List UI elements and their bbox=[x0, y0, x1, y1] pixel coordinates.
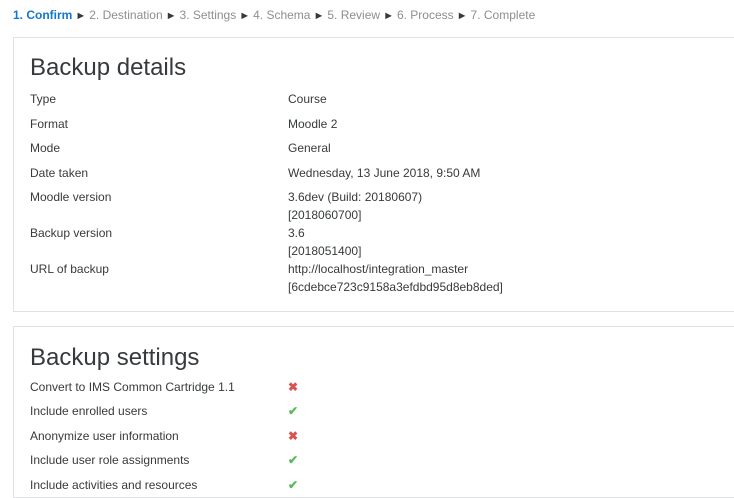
detail-label: Date taken bbox=[30, 166, 89, 180]
setting-label: Include activities and resources bbox=[30, 478, 198, 492]
separator-icon: ► bbox=[313, 10, 325, 22]
detail-value-line: http://localhost/integration_master bbox=[288, 262, 469, 276]
detail-label: Moodle version bbox=[30, 190, 112, 204]
setting-value: ✔ bbox=[288, 476, 708, 494]
detail-value-line: [6cdebce723c9158a3efdbd95d8eb8ded] bbox=[288, 280, 503, 294]
setting-value: ✖ bbox=[288, 378, 708, 396]
detail-label: Backup version bbox=[30, 226, 113, 240]
backup-details-heading: Backup details bbox=[30, 54, 187, 81]
separator-icon: ► bbox=[75, 10, 87, 22]
setting-label: Convert to IMS Common Cartridge 1.1 bbox=[30, 380, 235, 394]
detail-value: 3.6 [2018051400] bbox=[288, 224, 708, 260]
setting-label: Include enrolled users bbox=[30, 404, 148, 418]
separator-icon: ► bbox=[456, 10, 468, 22]
step-complete: 7. Complete bbox=[470, 8, 536, 22]
detail-value-line: 3.6dev (Build: 20180607) bbox=[288, 190, 423, 204]
separator-icon: ► bbox=[165, 10, 177, 22]
detail-value: General bbox=[288, 139, 708, 157]
detail-value: Moodle 2 bbox=[288, 115, 708, 133]
detail-value-line: Moodle 2 bbox=[288, 117, 338, 131]
detail-value: http://localhost/integration_master [6cd… bbox=[288, 260, 708, 296]
separator-icon: ► bbox=[239, 10, 251, 22]
setting-value: ✔ bbox=[288, 402, 708, 420]
setting-value: ✖ bbox=[288, 427, 708, 445]
step-confirm: 1. Confirm bbox=[13, 8, 73, 22]
detail-value: Course bbox=[288, 90, 708, 108]
detail-value: Wednesday, 13 June 2018, 9:50 AM bbox=[288, 164, 708, 182]
step-settings: 3. Settings bbox=[179, 8, 237, 22]
detail-value-line: [2018051400] bbox=[288, 244, 362, 258]
detail-value-line: Wednesday, 13 June 2018, 9:50 AM bbox=[288, 166, 481, 180]
step-review: 5. Review bbox=[327, 8, 381, 22]
detail-label: Format bbox=[30, 117, 69, 131]
setting-value: ✔ bbox=[288, 451, 708, 469]
detail-label: Mode bbox=[30, 141, 61, 155]
separator-icon: ► bbox=[383, 10, 394, 22]
setting-label: Include user role assignments bbox=[30, 453, 190, 467]
check-icon: ✔ bbox=[288, 404, 299, 418]
detail-value-line: General bbox=[288, 141, 331, 155]
backup-settings-heading: Backup settings bbox=[30, 344, 200, 371]
setting-label: Anonymize user information bbox=[30, 429, 179, 443]
cross-icon: ✖ bbox=[288, 429, 299, 443]
backup-progress-bar: 1. Confirm ► 2. Destination ► 3. Settings ► 4.… bbox=[13, 8, 535, 22]
detail-value-line: [2018060700] bbox=[288, 208, 362, 222]
step-destination: 2. Destination bbox=[89, 8, 163, 22]
cross-icon: ✖ bbox=[288, 380, 299, 394]
backup-details-panel: Backup details Type Course Format Moodle… bbox=[13, 37, 734, 312]
check-icon: ✔ bbox=[288, 478, 299, 492]
detail-value-line: Course bbox=[288, 92, 327, 106]
backup-settings-panel: Backup settings Convert to IMS Common Ca… bbox=[13, 326, 734, 498]
detail-value-line: 3.6 bbox=[288, 226, 305, 240]
detail-label: Type bbox=[30, 92, 57, 106]
step-schema: 4. Schema bbox=[253, 8, 311, 22]
check-icon: ✔ bbox=[288, 453, 299, 467]
detail-label: URL of backup bbox=[30, 262, 109, 276]
step-process: 6. Process bbox=[396, 8, 454, 22]
detail-value: 3.6dev (Build: 20180607) [2018060700] bbox=[288, 188, 708, 224]
